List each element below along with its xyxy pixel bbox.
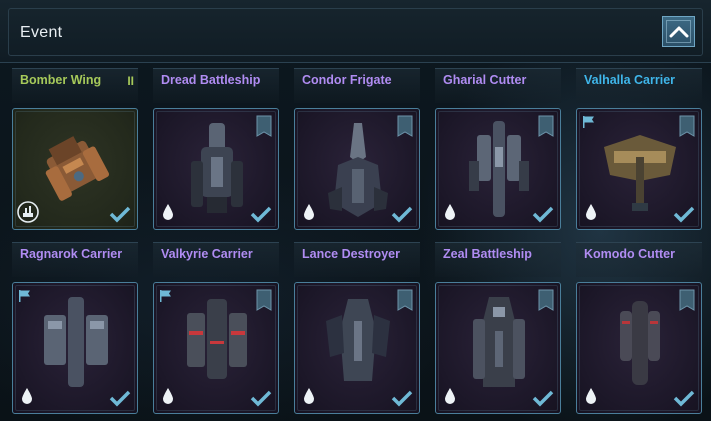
ship-card[interactable] — [294, 108, 420, 230]
ship-image — [604, 135, 676, 211]
ship-image — [44, 297, 108, 387]
droplet-icon — [22, 388, 32, 404]
ship-image — [191, 123, 243, 213]
droplet-icon — [445, 388, 455, 404]
ship-image — [469, 121, 529, 217]
trophy-icon — [17, 201, 39, 223]
checkmark-icon — [673, 390, 695, 407]
chevron-up-icon — [669, 26, 688, 37]
bookmark-icon — [397, 115, 413, 137]
ship-name: Ragnarok Carrier — [20, 247, 123, 261]
ship-name: Zeal Battleship — [443, 247, 532, 261]
ship-name: Valhalla Carrier — [584, 73, 676, 87]
flag-icon — [583, 116, 594, 128]
checkmark-icon — [109, 206, 131, 223]
ship-image — [326, 299, 390, 381]
ship-card[interactable] — [435, 282, 561, 414]
ship-card[interactable] — [576, 282, 702, 414]
flag-icon — [19, 290, 30, 302]
droplet-icon — [304, 388, 314, 404]
droplet-icon — [163, 204, 173, 220]
bookmark-icon — [679, 289, 695, 311]
ship-card[interactable] — [12, 108, 138, 230]
flag-icon — [160, 290, 171, 302]
checkmark-icon — [391, 206, 413, 223]
checkmark-icon — [250, 390, 272, 407]
ship-card[interactable] — [576, 108, 702, 230]
droplet-icon — [163, 388, 173, 404]
droplet-icon — [586, 388, 596, 404]
ship-name: Condor Frigate — [302, 73, 392, 87]
checkmark-icon — [109, 390, 131, 407]
bookmark-icon — [256, 289, 272, 311]
ship-name: Valkyrie Carrier — [161, 247, 253, 261]
droplet-icon — [586, 204, 596, 220]
bookmark-icon — [397, 289, 413, 311]
ship-card[interactable] — [153, 108, 279, 230]
droplet-icon — [445, 204, 455, 220]
ship-image — [473, 297, 525, 387]
checkmark-icon — [673, 206, 695, 223]
checkmark-icon — [391, 390, 413, 407]
checkmark-icon — [250, 206, 272, 223]
ship-card[interactable] — [153, 282, 279, 414]
ship-name: Gharial Cutter — [443, 73, 527, 87]
ship-image — [45, 136, 110, 201]
checkmark-icon — [532, 206, 554, 223]
ship-name: Dread Battleship — [161, 73, 261, 87]
section-title: Event — [20, 24, 63, 41]
bookmark-icon — [538, 115, 554, 137]
checkmark-icon — [532, 390, 554, 407]
ship-card[interactable] — [435, 108, 561, 230]
ship-image — [328, 123, 388, 217]
ship-name: Bomber Wing — [20, 73, 102, 87]
bookmark-icon — [256, 115, 272, 137]
ship-image — [620, 301, 660, 385]
event-header: Event — [0, 0, 711, 63]
bookmark-icon — [538, 289, 554, 311]
ship-name: Komodo Cutter — [584, 247, 675, 261]
ship-card[interactable] — [294, 282, 420, 414]
bookmark-icon — [679, 115, 695, 137]
ship-name: Lance Destroyer — [302, 247, 400, 261]
ship-card[interactable] — [12, 282, 138, 414]
collapse-button[interactable] — [662, 16, 695, 47]
ship-image — [187, 299, 247, 379]
ship-rank: II — [127, 74, 134, 88]
droplet-icon — [304, 204, 314, 220]
